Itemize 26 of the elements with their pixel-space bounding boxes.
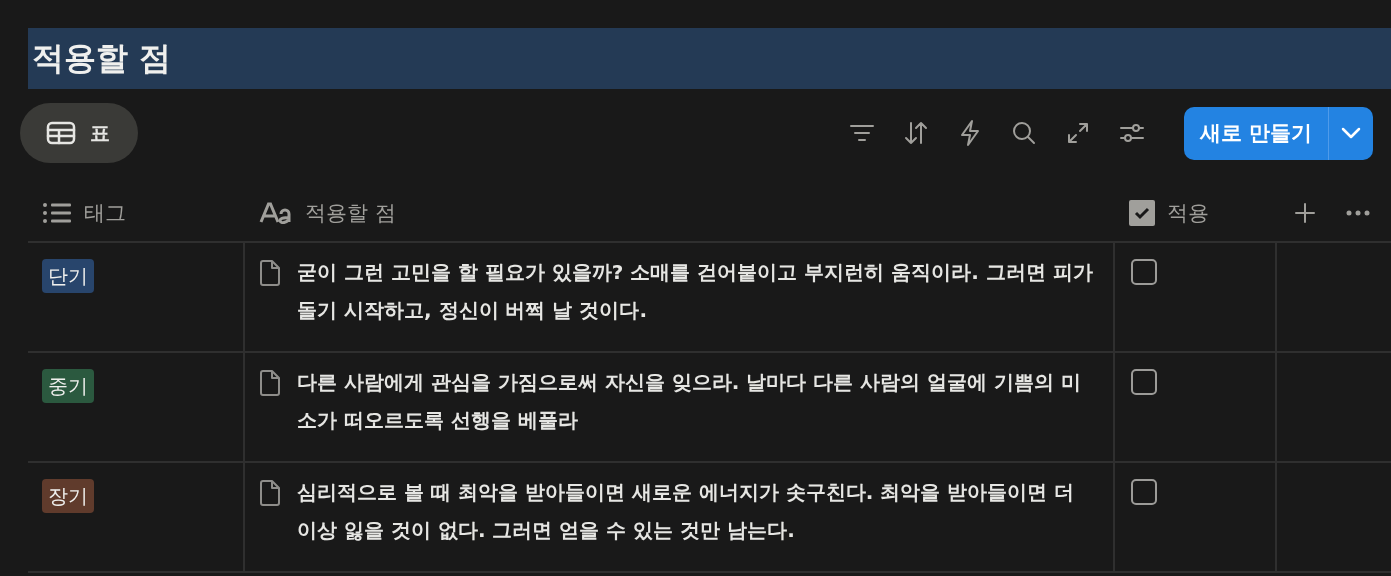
document-icon xyxy=(259,259,281,287)
column-header-label: 적용 xyxy=(1167,200,1209,227)
tag: 중기 xyxy=(42,369,94,403)
document-icon xyxy=(259,479,281,507)
text-type-icon xyxy=(259,202,293,224)
caret-icon xyxy=(1341,127,1361,139)
tag: 장기 xyxy=(42,479,94,513)
column-header[interactable]: 적용할 점 xyxy=(245,185,1115,243)
row-text: 굳이 그런 고민을 할 필요가 있을까? 소매를 걷어붙이고 부지런히 움직이라. 그러면 피가 돌기 시작하고, 정신이 버쩍 날 것이다. xyxy=(297,259,1094,324)
table-icon xyxy=(46,121,76,145)
checkbox[interactable] xyxy=(1131,479,1157,505)
list-icon xyxy=(42,202,72,224)
document-icon xyxy=(259,369,281,397)
column-header[interactable]: 태그 xyxy=(28,185,245,243)
checkbox[interactable] xyxy=(1131,369,1157,395)
column-header-label: 태그 xyxy=(84,200,126,227)
column-header[interactable]: 적용 xyxy=(1115,185,1277,243)
checkbox-type-icon xyxy=(1129,200,1155,226)
page-title: 적용할 점 xyxy=(28,28,1391,89)
row-text: 심리적으로 볼 때 최악을 받아들이면 새로운 에너지가 솟구친다. 최악을 받아들이면 더 이상 잃을 것이 없다. 그러면 얻을 수 있는 것만 남는다. xyxy=(297,479,1076,544)
new-button[interactable]: 새로 만들기 xyxy=(1183,106,1328,160)
checkbox[interactable] xyxy=(1131,259,1157,285)
column-header-label: 적용할 점 xyxy=(305,200,396,227)
tag: 단기 xyxy=(42,259,94,293)
row-text: 다른 사람에게 관심을 가짐으로써 자신을 잊으라. 날마다 다른 사람의 얼굴에 기쁨의 미소가 떠오르도록 선행을 베풀라 xyxy=(297,369,1083,434)
table-view-tab[interactable]: 표 xyxy=(20,103,138,163)
